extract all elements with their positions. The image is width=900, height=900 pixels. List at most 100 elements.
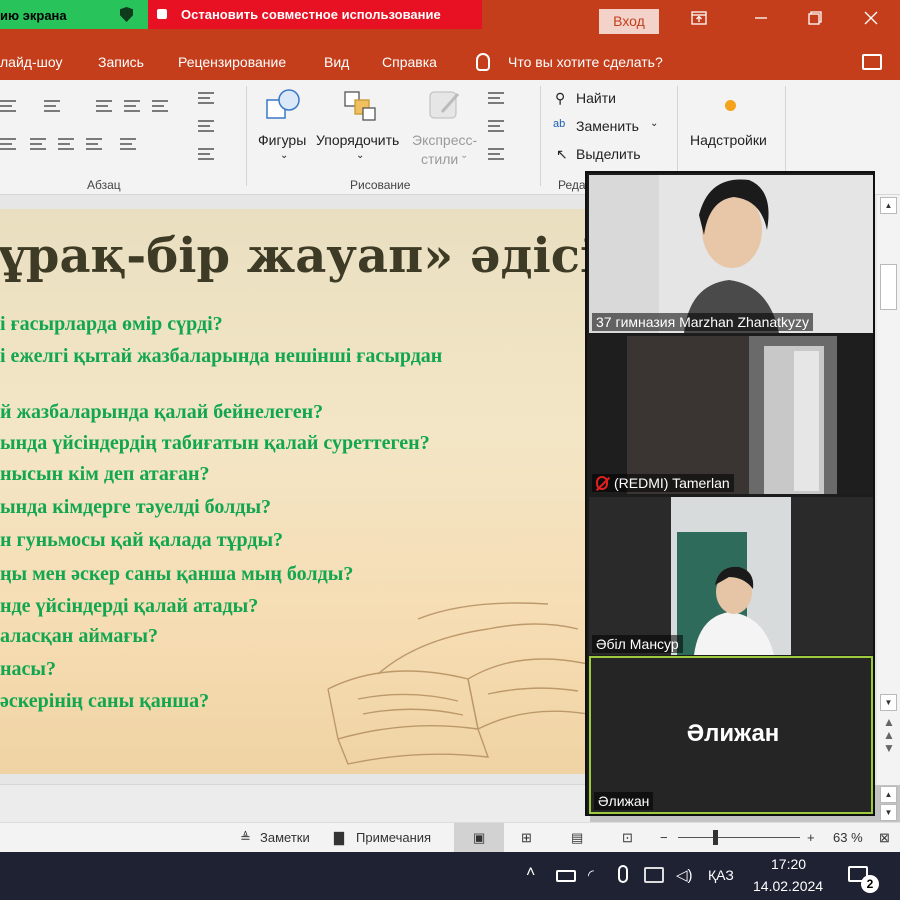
participant-tile[interactable]: Әбіл Мансур (589, 497, 873, 655)
decrease-indent-icon[interactable] (96, 100, 112, 112)
tab-slideshow[interactable]: лайд-шоу (0, 54, 62, 70)
mic-muted-icon (596, 476, 608, 490)
restore-icon[interactable] (800, 8, 830, 33)
chevron-up-icon[interactable]: ˄ (526, 864, 535, 882)
login-button[interactable]: Вход (599, 9, 659, 34)
wifi-icon[interactable]: ◜ (588, 866, 594, 884)
participant-tile[interactable]: (REDMI) Tamerlan (589, 336, 873, 494)
numbering-icon[interactable] (44, 100, 60, 112)
scroll-down-icon[interactable]: ▼ (880, 804, 897, 821)
arrange-button[interactable]: Упорядочить (316, 132, 399, 148)
tab-review[interactable]: Рецензирование (178, 54, 286, 70)
slide-canvas[interactable]: ұрақ-бір жауап» әдісі. і ғасырларда өмір… (0, 209, 585, 774)
question-line[interactable]: н гуньмосы қай қалада тұрды? (0, 529, 283, 552)
chevron-down-icon[interactable]: ⌄ (280, 150, 288, 161)
bullets-icon[interactable] (0, 100, 16, 112)
text-direction-icon[interactable] (198, 92, 214, 104)
zoom-slider[interactable] (678, 837, 800, 838)
participant-tile[interactable]: 37 гимназия Marzhan Zhanatkyzy (589, 175, 873, 333)
find-button[interactable]: Найти (576, 90, 616, 106)
scroll-down-icon[interactable]: ▼ (880, 694, 897, 711)
notes-button[interactable]: Заметки (260, 830, 310, 845)
comments-icon[interactable] (862, 54, 882, 70)
question-line[interactable]: аласқан аймағы? (0, 625, 158, 648)
volume-icon[interactable]: ◁) (676, 866, 693, 884)
comments-icon[interactable]: ▇ (334, 830, 344, 846)
question-line[interactable]: ында үйсіндердің табиғатын қалай суретте… (0, 432, 430, 455)
tell-me-search[interactable]: Что вы хотите сделать? (508, 54, 663, 70)
columns-icon[interactable] (120, 138, 136, 150)
question-line[interactable]: нысын кім деп атаған? (0, 463, 210, 486)
notes-icon[interactable]: ≜ (240, 830, 251, 846)
align-left-icon[interactable] (0, 138, 16, 150)
participant-tile-active-speaker[interactable]: Әлижан Әлижан (589, 656, 873, 814)
ribbon-display-options-icon[interactable] (684, 8, 714, 33)
chevron-down-icon[interactable]: ⌄ (650, 118, 658, 129)
language-indicator[interactable]: ҚАЗ (708, 867, 734, 883)
question-line[interactable]: нде үйсіндерді қалай атады? (0, 595, 258, 618)
select-button[interactable]: Выделить (576, 146, 641, 162)
question-line[interactable]: әскерінің саны қанша? (0, 690, 209, 713)
prev-next-slide-icon[interactable]: ▲ ▲ ▼ (881, 716, 897, 756)
clock-time[interactable]: 17:20 (771, 856, 806, 872)
addins-icon[interactable] (725, 100, 736, 111)
question-line[interactable]: й жазбаларында қалай бейнелеген? (0, 401, 323, 424)
slide-title[interactable]: ұрақ-бір жауап» әдісі. (0, 228, 585, 284)
tab-record[interactable]: Запись (98, 54, 144, 70)
stop-sharing-button[interactable]: Остановить совместное использование (148, 0, 482, 29)
zoom-level[interactable]: 63 % (833, 830, 863, 845)
zoom-slider-thumb[interactable] (713, 830, 718, 845)
video-conference-panel[interactable]: 37 гимназия Marzhan Zhanatkyzy (REDMI) T… (585, 171, 875, 816)
scroll-up-icon[interactable]: ▲ (880, 786, 897, 803)
question-line[interactable]: насы? (0, 658, 56, 681)
align-right-icon[interactable] (58, 138, 74, 150)
participant-name: (REDMI) Tamerlan (592, 474, 734, 492)
participant-name-text: (REDMI) Tamerlan (614, 475, 730, 491)
shapes-button[interactable]: Фигуры (258, 132, 306, 148)
quick-styles-button[interactable]: Экспресс- (412, 132, 477, 148)
fit-to-window-icon[interactable]: ⊠ (879, 830, 890, 846)
microphone-icon[interactable] (618, 865, 628, 883)
shape-fill-icon[interactable] (488, 92, 504, 104)
scroll-up-icon[interactable]: ▲ (880, 197, 897, 214)
tab-view[interactable]: Вид (324, 54, 349, 70)
arrange-icon[interactable] (343, 90, 377, 122)
zoom-out-icon[interactable]: − (660, 830, 668, 845)
close-icon[interactable] (856, 8, 886, 33)
screen-share-indicator[interactable]: ию экрана (0, 0, 148, 29)
minimize-icon[interactable] (746, 8, 776, 33)
stop-icon (157, 9, 167, 19)
addins-button[interactable]: Надстройки (690, 132, 767, 148)
participant-video (589, 175, 873, 333)
quick-styles-icon[interactable] (428, 88, 464, 124)
align-center-icon[interactable] (30, 138, 46, 150)
question-line[interactable]: ңы мен әскер саны қанша мың болды? (0, 563, 353, 586)
reading-view-icon[interactable]: ▤ (571, 830, 583, 846)
clock-date[interactable]: 14.02.2024 (753, 878, 823, 894)
chevron-down-icon: ⌄ (460, 150, 469, 161)
select-cursor-icon: ↖ (556, 146, 568, 162)
smartart-icon[interactable] (198, 148, 214, 160)
shapes-icon[interactable] (265, 88, 303, 122)
question-line[interactable]: ында кімдерге тәуелді болды? (0, 496, 271, 519)
slide-sorter-icon[interactable]: ⊞ (521, 830, 532, 846)
shape-outline-icon[interactable] (488, 120, 504, 132)
justify-icon[interactable] (86, 138, 102, 150)
scroll-thumb[interactable] (880, 264, 897, 310)
align-text-icon[interactable] (198, 120, 214, 132)
battery-icon[interactable] (556, 870, 576, 882)
line-spacing-icon[interactable] (152, 100, 168, 112)
question-line[interactable]: і ғасырларда өмір сүрді? (0, 313, 223, 336)
screen: ию экрана Остановить совместное использо… (0, 0, 900, 900)
zoom-in-icon[interactable]: + (807, 830, 815, 845)
question-line[interactable]: і ежелгі қытай жазбаларында нешінші ғасы… (0, 345, 442, 368)
shape-effects-icon[interactable] (488, 148, 504, 160)
tab-help[interactable]: Справка (382, 54, 437, 70)
drawing-group-label: Рисование (350, 178, 411, 192)
comments-button[interactable]: Примечания (356, 830, 431, 845)
replace-button[interactable]: Заменить (576, 118, 639, 134)
slideshow-icon[interactable]: ⊡ (622, 830, 633, 846)
screen-share-tray-icon[interactable] (644, 867, 664, 883)
chevron-down-icon[interactable]: ⌄ (356, 150, 364, 161)
increase-indent-icon[interactable] (124, 100, 140, 112)
